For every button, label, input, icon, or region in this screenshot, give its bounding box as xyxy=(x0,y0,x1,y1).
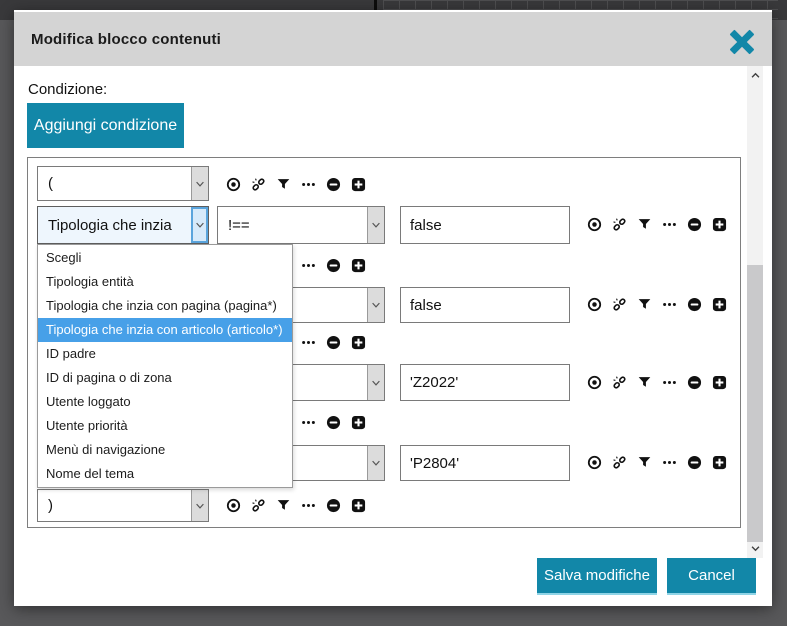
dot-circle-icon[interactable] xyxy=(587,297,603,313)
dropdown-option[interactable]: ID di pagina o di zona xyxy=(38,366,292,390)
ellipsis-icon[interactable] xyxy=(301,415,317,431)
ellipsis-icon[interactable] xyxy=(301,258,317,274)
modal-title: Modifica blocco contenuti xyxy=(31,31,221,48)
select-value: !== xyxy=(218,217,367,234)
dot-circle-icon[interactable] xyxy=(226,177,242,193)
dot-circle-icon[interactable] xyxy=(226,498,242,514)
ellipsis-icon[interactable] xyxy=(662,455,678,471)
plus-square-icon[interactable] xyxy=(712,297,728,313)
value-input[interactable] xyxy=(400,206,570,244)
unlink-icon[interactable] xyxy=(612,217,628,233)
chevron-down-icon[interactable] xyxy=(191,167,208,200)
save-button[interactable]: Salva modifiche xyxy=(537,558,657,595)
minus-circle-icon[interactable] xyxy=(326,335,342,351)
minus-circle-icon[interactable] xyxy=(326,177,342,193)
row-actions xyxy=(587,297,728,313)
plus-square-icon[interactable] xyxy=(351,177,367,193)
filter-icon[interactable] xyxy=(637,375,653,391)
select-value: ( xyxy=(38,175,191,192)
chevron-down-icon[interactable] xyxy=(367,365,384,400)
filter-icon[interactable] xyxy=(276,498,292,514)
filter-icon[interactable] xyxy=(637,455,653,471)
dropdown-option[interactable]: Tipologia che inzia con pagina (pagina*) xyxy=(38,294,292,318)
chevron-down-icon[interactable] xyxy=(191,490,208,521)
ellipsis-icon[interactable] xyxy=(662,217,678,233)
scroll-up-icon[interactable] xyxy=(747,68,763,83)
plus-square-icon[interactable] xyxy=(712,375,728,391)
select-value: Tipologia che inzia xyxy=(38,217,191,234)
unlink-icon[interactable] xyxy=(612,375,628,391)
row-actions xyxy=(226,177,367,193)
filter-icon[interactable] xyxy=(637,217,653,233)
chevron-down-icon[interactable] xyxy=(367,288,384,322)
dot-circle-icon[interactable] xyxy=(587,455,603,471)
plus-square-icon[interactable] xyxy=(351,335,367,351)
field-select[interactable]: Tipologia che inzia xyxy=(37,206,209,244)
plus-square-icon[interactable] xyxy=(351,415,367,431)
unlink-icon[interactable] xyxy=(612,455,628,471)
ellipsis-icon[interactable] xyxy=(662,297,678,313)
plus-square-icon[interactable] xyxy=(712,217,728,233)
open-bracket-select[interactable]: ( xyxy=(37,166,209,201)
scroll-down-icon[interactable] xyxy=(747,541,763,556)
condition-builder-panel: ( Tipologia che inzia !== xyxy=(27,157,741,528)
ellipsis-icon[interactable] xyxy=(301,498,317,514)
minus-circle-icon[interactable] xyxy=(687,375,703,391)
scrollbar-thumb[interactable] xyxy=(747,265,763,542)
minus-circle-icon[interactable] xyxy=(326,415,342,431)
filter-icon[interactable] xyxy=(276,177,292,193)
unlink-icon[interactable] xyxy=(612,297,628,313)
dropdown-option[interactable]: Utente priorità xyxy=(38,414,292,438)
plus-square-icon[interactable] xyxy=(351,498,367,514)
modal-header: Modifica blocco contenuti xyxy=(14,12,772,66)
plus-square-icon[interactable] xyxy=(351,258,367,274)
dropdown-option[interactable]: Tipologia che inzia con articolo (artico… xyxy=(38,318,292,342)
minus-circle-icon[interactable] xyxy=(326,258,342,274)
unlink-icon[interactable] xyxy=(251,498,267,514)
row-actions xyxy=(587,375,728,391)
dropdown-option[interactable]: Nome del tema xyxy=(38,462,292,486)
cancel-button[interactable]: Cancel xyxy=(667,558,756,595)
chevron-down-icon[interactable] xyxy=(191,207,208,243)
dot-circle-icon[interactable] xyxy=(587,375,603,391)
modal-edit-content-block: Modifica blocco contenuti Condizione: Ag… xyxy=(14,10,772,606)
minus-circle-icon[interactable] xyxy=(687,217,703,233)
chevron-down-icon[interactable] xyxy=(367,446,384,480)
dropdown-option[interactable]: Tipologia entità xyxy=(38,270,292,294)
select-value: ) xyxy=(38,497,191,514)
value-input[interactable] xyxy=(400,445,570,481)
value-input[interactable] xyxy=(400,364,570,401)
ellipsis-icon[interactable] xyxy=(301,335,317,351)
field-select-dropdown: Scegli Tipologia entità Tipologia che in… xyxy=(37,244,293,488)
ellipsis-icon[interactable] xyxy=(662,375,678,391)
value-input[interactable] xyxy=(400,287,570,323)
row-actions xyxy=(587,455,728,471)
minus-circle-icon[interactable] xyxy=(687,297,703,313)
unlink-icon[interactable] xyxy=(251,177,267,193)
dot-circle-icon[interactable] xyxy=(587,217,603,233)
close-icon[interactable] xyxy=(727,28,757,56)
operator-select[interactable]: !== xyxy=(217,206,385,244)
dropdown-option[interactable]: ID padre xyxy=(38,342,292,366)
minus-circle-icon[interactable] xyxy=(687,455,703,471)
chevron-down-icon[interactable] xyxy=(367,207,384,243)
close-bracket-select[interactable]: ) xyxy=(37,489,209,522)
dropdown-option[interactable]: Menù di navigazione xyxy=(38,438,292,462)
add-condition-button[interactable]: Aggiungi condizione xyxy=(27,103,184,148)
row-actions xyxy=(587,217,728,233)
modal-scrollbar[interactable] xyxy=(747,66,763,558)
dropdown-option[interactable]: Utente loggato xyxy=(38,390,292,414)
dropdown-option[interactable]: Scegli xyxy=(38,246,292,270)
row-actions xyxy=(226,498,367,514)
plus-square-icon[interactable] xyxy=(712,455,728,471)
condition-label: Condizione: xyxy=(28,81,107,98)
minus-circle-icon[interactable] xyxy=(326,498,342,514)
ellipsis-icon[interactable] xyxy=(301,177,317,193)
filter-icon[interactable] xyxy=(637,297,653,313)
